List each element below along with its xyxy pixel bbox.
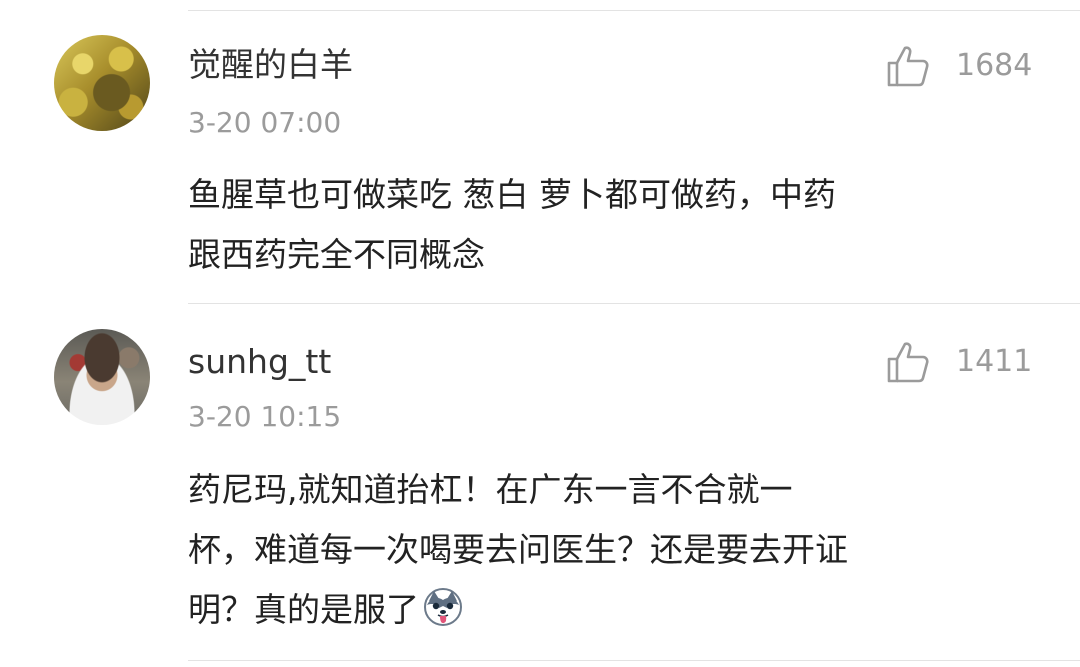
thumbs-up-icon[interactable]: [884, 338, 932, 386]
like-button[interactable]: 1684: [884, 42, 1054, 90]
timestamp: 3-20 07:00: [188, 106, 342, 139]
avatar[interactable]: [54, 329, 150, 425]
username[interactable]: 觉醒的白羊: [188, 45, 353, 85]
comment-item: sunhg_tt 3-20 10:15 1411 药尼玛,就知道抬杠！在广东一言…: [0, 304, 1080, 660]
like-count: 1684: [956, 48, 1033, 83]
comment-text: 鱼腥草也可做菜吃 葱白 萝卜都可做药，中药 跟西药完全不同概念: [188, 165, 1038, 285]
comment-text-line: 杯，难道每一次喝要去问医生？还是要去开证: [188, 530, 848, 569]
like-count: 1411: [956, 344, 1033, 379]
timestamp: 3-20 10:15: [188, 400, 342, 433]
comment-text-line: 跟西药完全不同概念: [188, 235, 485, 274]
comment-text-line: 鱼腥草也可做菜吃 葱白 萝卜都可做药，中药: [188, 175, 836, 214]
thumbs-up-icon[interactable]: [884, 42, 932, 90]
like-button[interactable]: 1411: [884, 338, 1054, 386]
comment-list: 觉醒的白羊 3-20 07:00 1684 鱼腥草也可做菜吃 葱白 萝卜都可做药…: [0, 0, 1080, 667]
username[interactable]: sunhg_tt: [188, 342, 331, 382]
divider: [188, 660, 1080, 661]
comment-item: 觉醒的白羊 3-20 07:00 1684 鱼腥草也可做菜吃 葱白 萝卜都可做药…: [0, 0, 1080, 303]
comment-text-line: 药尼玛,就知道抬杠！在广东一言不合就一: [188, 470, 793, 509]
comment-text-line: 明？真的是服了: [188, 590, 419, 629]
comment-text: 药尼玛,就知道抬杠！在广东一言不合就一 杯，难道每一次喝要去问医生？还是要去开证…: [188, 460, 1038, 640]
avatar[interactable]: [54, 35, 150, 131]
husky-tongue-emoji-icon: [424, 588, 462, 626]
